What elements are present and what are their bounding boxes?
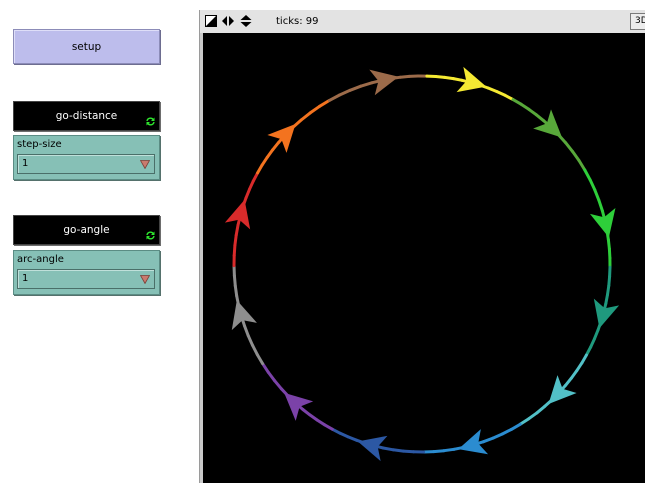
pen-trail-segment xyxy=(327,93,342,102)
pen-trail-segment xyxy=(391,448,405,453)
pen-trail-segment xyxy=(232,274,237,288)
pen-trail-segment xyxy=(308,104,322,115)
pen-trail-segment xyxy=(432,449,446,454)
turtle-arrow-icon[interactable] xyxy=(224,198,256,230)
go-angle-button[interactable]: go-angle xyxy=(13,215,160,245)
resize-icon[interactable] xyxy=(205,15,217,27)
turtle-arrow-icon[interactable] xyxy=(589,207,620,239)
3d-view-button-label: 3D xyxy=(635,16,645,26)
pen-trail-segment xyxy=(491,432,504,440)
pen-trail-segment xyxy=(500,427,513,436)
go-distance-button-label: go-distance xyxy=(55,110,118,122)
view-toolbar: ticks: 99 3D xyxy=(200,10,645,33)
pen-trail-segment xyxy=(593,188,601,202)
3d-view-button[interactable]: 3D xyxy=(630,13,645,30)
arc-angle-dropdown[interactable]: 1 xyxy=(17,269,155,289)
step-size-dropdown[interactable]: 1 xyxy=(17,154,155,174)
forever-icon xyxy=(146,231,155,240)
turtle-arrow-icon[interactable] xyxy=(588,298,620,330)
turtle-arrow-icon[interactable] xyxy=(356,430,388,462)
pen-trail-segment xyxy=(381,446,395,452)
pen-trail-segment xyxy=(246,334,254,347)
pen-trail-segment xyxy=(232,243,237,257)
turtle-circle-drawing xyxy=(224,65,620,462)
step-size-value: 1 xyxy=(22,158,29,169)
pen-trail-segment xyxy=(251,343,259,357)
pen-trail-segment xyxy=(233,284,239,298)
forever-icon xyxy=(146,117,155,126)
ticks-counter: ticks: 99 xyxy=(276,16,319,27)
turtle-arrow-icon[interactable] xyxy=(226,298,257,331)
pen-trail-segment xyxy=(577,159,587,172)
pen-trail-segment xyxy=(243,324,250,338)
pen-trail-segment xyxy=(597,198,604,213)
pen-trail-segment xyxy=(233,233,238,247)
pen-trail-segment xyxy=(401,449,415,454)
turtle-arrow-icon[interactable] xyxy=(456,429,489,460)
step-size-label: step-size xyxy=(17,139,62,150)
pen-trail-segment xyxy=(266,370,277,383)
pen-trail-segment xyxy=(255,353,265,366)
pen-trail-segment xyxy=(482,436,495,444)
arc-angle-chooser[interactable]: arc-angle 1 xyxy=(13,250,160,295)
go-angle-button-label: go-angle xyxy=(63,224,110,236)
vertical-arrows-icon[interactable] xyxy=(240,15,252,27)
world-view-frame: ticks: 99 3D xyxy=(199,10,645,483)
turtle-arrow-icon[interactable] xyxy=(369,65,400,96)
pen-trail-segment xyxy=(509,422,522,431)
arc-angle-label: arc-angle xyxy=(17,254,64,265)
pen-trail-segment xyxy=(571,149,581,162)
dropdown-arrow-icon xyxy=(140,160,150,169)
dropdown-arrow-icon xyxy=(140,275,150,284)
pen-trail-segment xyxy=(318,98,331,108)
turtle-arrow-icon[interactable] xyxy=(456,66,488,98)
pen-trail-segment xyxy=(348,84,363,92)
pen-trail-segment xyxy=(583,168,592,182)
pen-trail-segment xyxy=(234,223,240,237)
pen-trail-segment xyxy=(588,178,597,192)
horizontal-arrows-icon[interactable] xyxy=(222,15,234,27)
pen-trail-segment xyxy=(564,141,574,153)
pen-trail-segment xyxy=(261,362,270,374)
setup-button[interactable]: setup xyxy=(13,29,160,64)
pen-trail-segment xyxy=(527,411,539,421)
step-size-chooser[interactable]: step-size 1 xyxy=(13,135,160,180)
pen-trail-segment xyxy=(518,417,531,426)
pen-trail-segment xyxy=(299,111,312,122)
pen-trail-segment xyxy=(535,404,547,415)
pen-trail-segment xyxy=(359,81,374,88)
pen-trail-segment xyxy=(273,379,283,391)
arc-angle-value: 1 xyxy=(22,273,29,284)
pen-trail-segment xyxy=(338,88,352,97)
world-canvas[interactable] xyxy=(203,33,645,483)
setup-button-label: setup xyxy=(71,40,102,53)
pen-trail-segment xyxy=(442,447,456,453)
go-distance-button[interactable]: go-distance xyxy=(13,101,160,131)
